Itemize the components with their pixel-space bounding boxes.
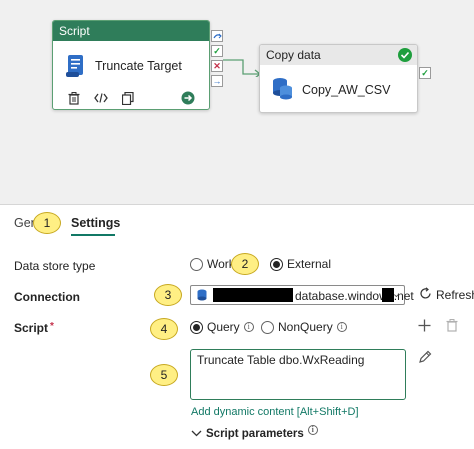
- radio-query-circle: [190, 320, 203, 334]
- radio-query-label: Query: [207, 320, 240, 334]
- connection-select[interactable]: database.windows.net ⌄: [190, 285, 414, 305]
- redacted-server-prefix: [213, 288, 293, 302]
- connection-label: Connection: [14, 290, 80, 304]
- refresh-label: Refresh: [436, 288, 474, 302]
- callout-badge-4: 4: [150, 318, 178, 340]
- radio-nonquery-circle: [261, 320, 274, 334]
- code-icon[interactable]: [92, 89, 110, 107]
- info-icon[interactable]: i: [307, 425, 318, 435]
- script-activity-name: Truncate Target: [95, 59, 182, 73]
- radio-nonquery[interactable]: NonQuery i: [261, 320, 347, 334]
- fail-port-icon[interactable]: ✕: [211, 60, 223, 72]
- radio-external-circle: [270, 257, 283, 271]
- delete-icon[interactable]: [65, 89, 83, 107]
- skip-port-icon[interactable]: [211, 30, 223, 42]
- database-icon: [197, 289, 207, 304]
- tab-settings[interactable]: Settings: [71, 216, 120, 230]
- refresh-icon: [419, 287, 432, 303]
- required-marker: *: [50, 321, 54, 332]
- script-doc-icon: [65, 54, 87, 81]
- script-parameters-label: Script parameters: [206, 428, 304, 440]
- tab-settings-underline: [71, 234, 115, 236]
- copy-activity-name: Copy_AW_CSV: [302, 83, 391, 97]
- script-textarea[interactable]: Truncate Table dbo.WxReading: [190, 349, 406, 400]
- data-store-type-label: Data store type: [14, 259, 96, 273]
- script-label-text: Script: [14, 321, 49, 335]
- radio-external[interactable]: External: [270, 257, 331, 271]
- info-icon[interactable]: i: [336, 322, 347, 332]
- delete-icon[interactable]: [446, 319, 458, 335]
- success-connector: [223, 59, 262, 77]
- success-port-icon[interactable]: ✓: [211, 45, 223, 57]
- info-icon[interactable]: i: [243, 322, 254, 332]
- add-dynamic-content-link[interactable]: Add dynamic content [Alt+Shift+D]: [191, 406, 359, 418]
- panel-divider: [0, 204, 474, 205]
- script-activity-card[interactable]: Script Truncate Target: [52, 20, 210, 110]
- radio-query[interactable]: Query i: [190, 320, 254, 334]
- copy-icon[interactable]: [119, 89, 137, 107]
- callout-badge-3: 3: [154, 284, 182, 306]
- callout-badge-5: 5: [150, 364, 178, 386]
- copy-activity-header-label: Copy data: [266, 48, 321, 62]
- chevron-down-icon: [191, 428, 202, 440]
- copy-success-port-icon[interactable]: ✓: [419, 67, 431, 79]
- add-icon[interactable]: [418, 319, 431, 335]
- copy-activity-card[interactable]: Copy data Copy_AW_CSV: [259, 44, 418, 113]
- script-label: Script *: [14, 321, 54, 335]
- callout-badge-2: 2: [231, 253, 259, 275]
- radio-workspace-circle: [190, 257, 203, 271]
- script-parameters-toggle[interactable]: Script parameters i: [191, 425, 318, 440]
- callout-badge-1: 1: [33, 212, 61, 234]
- refresh-button[interactable]: Refresh: [419, 287, 474, 303]
- radio-external-label: External: [287, 257, 332, 271]
- database-copy-icon: [272, 77, 294, 104]
- go-arrow-icon[interactable]: [179, 89, 197, 107]
- copy-activity-header: Copy data: [260, 45, 417, 65]
- script-output-ports: ✓ ✕ →: [211, 30, 223, 90]
- radio-nonquery-label: NonQuery: [278, 320, 333, 334]
- edit-pencil-icon[interactable]: [418, 350, 432, 367]
- success-check-icon: [398, 48, 412, 65]
- chevron-down-icon: ⌄: [391, 288, 401, 300]
- completion-port-icon[interactable]: →: [211, 75, 223, 87]
- script-activity-header: Script: [53, 21, 209, 41]
- script-activity-footer: [53, 89, 209, 109]
